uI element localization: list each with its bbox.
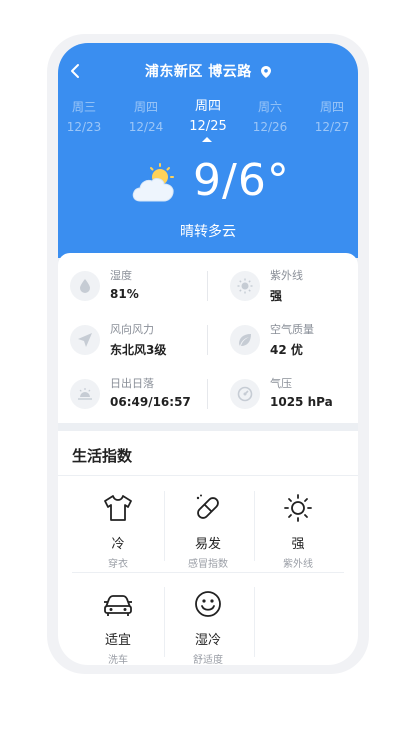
life-item-clothing[interactable]: 冷 穿衣 — [72, 481, 164, 571]
detail-sunrise-sunset: 日出日落 06:49/16:57 — [58, 369, 198, 419]
weather-header: 浦东新区 博云路 周三 12/23 周四 12/24 周四 12/25 周六 1… — [58, 43, 358, 258]
detail-air-quality: 空气质量 42 优 — [218, 315, 358, 365]
uv-sun-icon — [230, 271, 260, 301]
detail-label: 风向风力 — [110, 323, 154, 336]
tshirt-icon — [104, 495, 132, 521]
divider — [207, 325, 208, 355]
life-item-value: 冷 — [111, 537, 125, 552]
date-tab-3[interactable]: 周六 12/26 — [242, 97, 298, 137]
active-day-caret — [202, 137, 212, 142]
location-title[interactable]: 浦东新区 博云路 — [58, 61, 358, 81]
location-text: 浦东新区 博云路 — [144, 64, 252, 80]
day-weekday: 周六 — [257, 100, 282, 114]
life-item-value: 强 — [291, 537, 305, 552]
wind-direction-icon — [70, 325, 100, 355]
life-item-value: 湿冷 — [194, 633, 221, 648]
life-item-label: 紫外线 — [283, 559, 313, 570]
detail-label: 湿度 — [110, 269, 132, 282]
life-item-label: 感冒指数 — [188, 559, 228, 570]
life-item-comfort[interactable]: 湿冷 舒适度 — [162, 577, 254, 665]
divider — [207, 271, 208, 301]
divider — [207, 379, 208, 409]
partly-cloudy-icon — [132, 163, 174, 202]
detail-value: 东北风3级 — [110, 343, 167, 357]
life-item-car-wash[interactable]: 适宜 洗车 — [72, 577, 164, 665]
day-date: 12/25 — [189, 119, 227, 134]
life-item-uv[interactable]: 强 紫外线 — [252, 481, 344, 571]
gauge-icon — [230, 379, 260, 409]
date-tab-4[interactable]: 周四 12/27 — [304, 97, 358, 137]
date-tabs: 周三 12/23 周四 12/24 周四 12/25 周六 12/26 周四 1… — [58, 97, 358, 141]
life-item-cold[interactable]: 易发 感冒指数 — [162, 481, 254, 571]
section-title: 生活指数 — [72, 447, 133, 465]
pill-icon — [196, 494, 219, 519]
location-pin-icon — [261, 66, 272, 78]
date-tab-2[interactable]: 周四 12/25 — [180, 97, 236, 137]
day-weekday: 周四 — [194, 99, 221, 114]
weather-details: 湿度 81% 紫外线 强 风向风力 东北风3级 空气质量 42 优 日出日落 0… — [58, 253, 358, 423]
life-item-value: 适宜 — [104, 633, 131, 648]
divider — [72, 572, 344, 573]
day-date: 12/24 — [128, 120, 164, 134]
detail-label: 气压 — [270, 377, 292, 390]
detail-wind: 风向风力 东北风3级 — [58, 315, 198, 365]
current-weather: 9/6° — [58, 155, 358, 215]
app-screen: 浦东新区 博云路 周三 12/23 周四 12/24 周四 12/25 周六 1… — [58, 43, 358, 665]
detail-pressure: 气压 1025 hPa — [218, 369, 358, 419]
detail-value: 强 — [270, 289, 283, 303]
life-index-section: 生活指数 冷 穿衣 易发 感冒指数 强 紫外线 适宜 洗车 湿冷 舒适度 — [58, 431, 358, 665]
leaf-icon — [230, 325, 260, 355]
life-item-label: 洗车 — [108, 655, 128, 665]
humidity-icon — [70, 271, 100, 301]
divider — [58, 475, 358, 476]
weather-condition: 晴转多云 — [180, 224, 236, 240]
detail-uv: 紫外线 强 — [218, 261, 358, 311]
detail-value: 1025 hPa — [270, 395, 333, 409]
divider — [254, 587, 255, 657]
detail-value: 06:49/16:57 — [110, 395, 191, 409]
sun-icon — [284, 494, 312, 522]
day-weekday: 周三 — [71, 100, 96, 114]
detail-label: 日出日落 — [110, 377, 154, 390]
temperature: 9/6° — [193, 155, 290, 206]
sunrise-icon — [70, 379, 100, 409]
detail-label: 空气质量 — [270, 323, 314, 336]
day-weekday: 周四 — [319, 100, 344, 114]
car-icon — [104, 595, 132, 616]
day-date: 12/26 — [252, 120, 288, 134]
detail-value: 81% — [110, 287, 139, 301]
smiley-icon — [195, 591, 221, 617]
detail-humidity: 湿度 81% — [58, 261, 198, 311]
day-date: 12/27 — [314, 120, 350, 134]
detail-label: 紫外线 — [270, 269, 303, 282]
life-item-value: 易发 — [194, 537, 221, 552]
detail-value: 42 优 — [270, 343, 303, 357]
date-tab-0[interactable]: 周三 12/23 — [58, 97, 112, 137]
life-item-label: 穿衣 — [108, 559, 128, 570]
day-weekday: 周四 — [133, 100, 158, 114]
life-item-label: 舒适度 — [193, 655, 223, 665]
date-tab-1[interactable]: 周四 12/24 — [118, 97, 174, 137]
day-date: 12/23 — [66, 120, 102, 134]
